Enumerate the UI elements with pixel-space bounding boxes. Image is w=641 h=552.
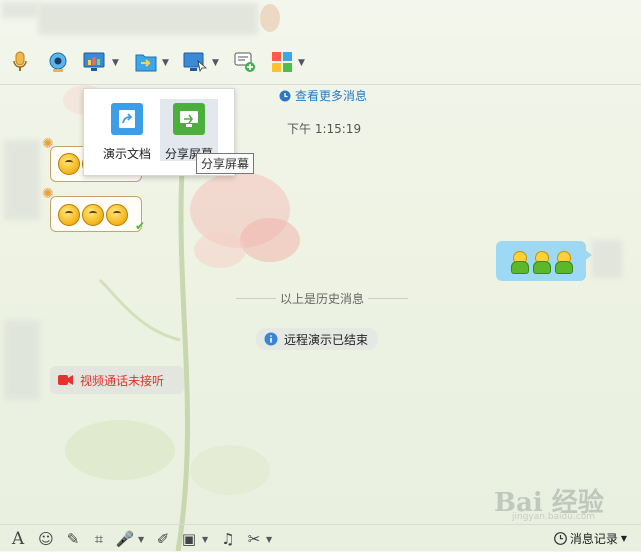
chevron-down-icon[interactable]: ▼ [202, 535, 208, 544]
emoji-kiss-icon [82, 204, 104, 226]
chevron-down-icon[interactable]: ▼ [212, 58, 219, 68]
emoji-grin-icon [58, 153, 80, 175]
document-share-icon [111, 103, 143, 135]
font-icon[interactable]: A [9, 529, 27, 549]
divider-line [368, 298, 408, 299]
input-toolbar: A ☺ ✎ ⌗ 🎤 ▼ ✐ ▣ ▼ ♫ ✂ ▼ 消息记录 ▼ [0, 524, 641, 552]
message-bubble-left[interactable]: ✔ [50, 196, 145, 233]
voice-message-icon[interactable]: 🎤 [116, 530, 135, 548]
edit-image-icon[interactable]: ✐ [154, 530, 172, 548]
chevron-down-icon[interactable]: ▼ [266, 535, 272, 544]
screen-share-icon [173, 103, 205, 135]
message-bubble-right[interactable] [496, 241, 586, 281]
remote-ended-label: 远程演示已结束 [284, 332, 369, 347]
share-screen-item[interactable]: 分享屏幕 [160, 99, 218, 161]
emoji-bean-icon [532, 251, 551, 274]
view-more-messages-link[interactable]: 查看更多消息 [279, 87, 367, 104]
chat-toolbar: ▼ ▼ ▼ ▼ [0, 44, 641, 80]
magic-wand-icon[interactable]: ✎ [64, 530, 82, 548]
music-icon[interactable]: ♫ [219, 530, 237, 548]
toolbar-divider [0, 84, 641, 85]
clock-icon [279, 90, 291, 101]
info-icon [264, 332, 278, 346]
apps-grid-icon[interactable] [270, 50, 294, 74]
divider-line [236, 298, 276, 299]
chevron-down-icon[interactable]: ▼ [162, 58, 169, 68]
blurred-title [38, 3, 258, 35]
present-document-label: 演示文档 [102, 147, 151, 161]
microphone-icon[interactable] [8, 50, 32, 74]
blurred-avatar-right [592, 240, 622, 278]
message-timestamp: 下午 1:15:19 [287, 122, 362, 136]
emoji-bean-icon [554, 251, 573, 274]
file-transfer-icon[interactable] [134, 50, 158, 74]
webcam-icon[interactable] [46, 50, 70, 74]
chevron-down-icon[interactable]: ▼ [138, 535, 144, 544]
image-icon[interactable]: ▣ [180, 530, 198, 548]
chevron-down-icon: ▼ [620, 534, 627, 543]
screenshot-icon[interactable]: ⌗ [90, 530, 108, 548]
screen-present-icon[interactable] [82, 50, 106, 74]
present-document-item[interactable]: 演示文档 [98, 99, 156, 161]
share-screen-tooltip: 分享屏幕 [196, 153, 255, 174]
blurred-avatar-left [4, 140, 40, 220]
chevron-down-icon[interactable]: ▼ [112, 58, 119, 68]
emoji-kiss-icon [106, 204, 128, 226]
bubble-tail [584, 249, 592, 261]
emoji-kiss-icon [58, 204, 80, 226]
sun-decoration-icon: ✺ [42, 186, 54, 202]
emoji-bean-icon [510, 251, 529, 274]
remote-desktop-icon[interactable] [183, 50, 207, 74]
message-history-button[interactable]: 消息记录 ▼ [553, 530, 627, 547]
history-divider-label: 以上是历史消息 [279, 292, 364, 306]
blurred-title-left [2, 2, 38, 18]
sun-decoration-icon: ✺ [42, 136, 54, 152]
history-divider: 以上是历史消息 [236, 290, 408, 307]
video-camera-icon [58, 375, 73, 385]
emoji-icon[interactable]: ☺ [37, 530, 55, 548]
video-missed-label: 视频通话未接听 [80, 373, 165, 388]
baidu-watermark-url: jingyan.baidu.com [512, 512, 596, 522]
blurred-avatar-left-2 [4, 320, 40, 400]
sent-check-icon: ✔ [134, 219, 145, 233]
view-more-label: 查看更多消息 [295, 89, 368, 103]
video-call-missed-bubble[interactable]: 视频通话未接听 [50, 366, 185, 394]
scissors-icon[interactable]: ✂ [245, 530, 263, 548]
clock-icon [553, 532, 567, 545]
message-history-label: 消息记录 [569, 532, 618, 546]
add-comment-icon[interactable] [233, 50, 257, 74]
chevron-down-icon[interactable]: ▼ [298, 58, 305, 68]
remote-ended-notice: 远程演示已结束 [256, 328, 379, 350]
